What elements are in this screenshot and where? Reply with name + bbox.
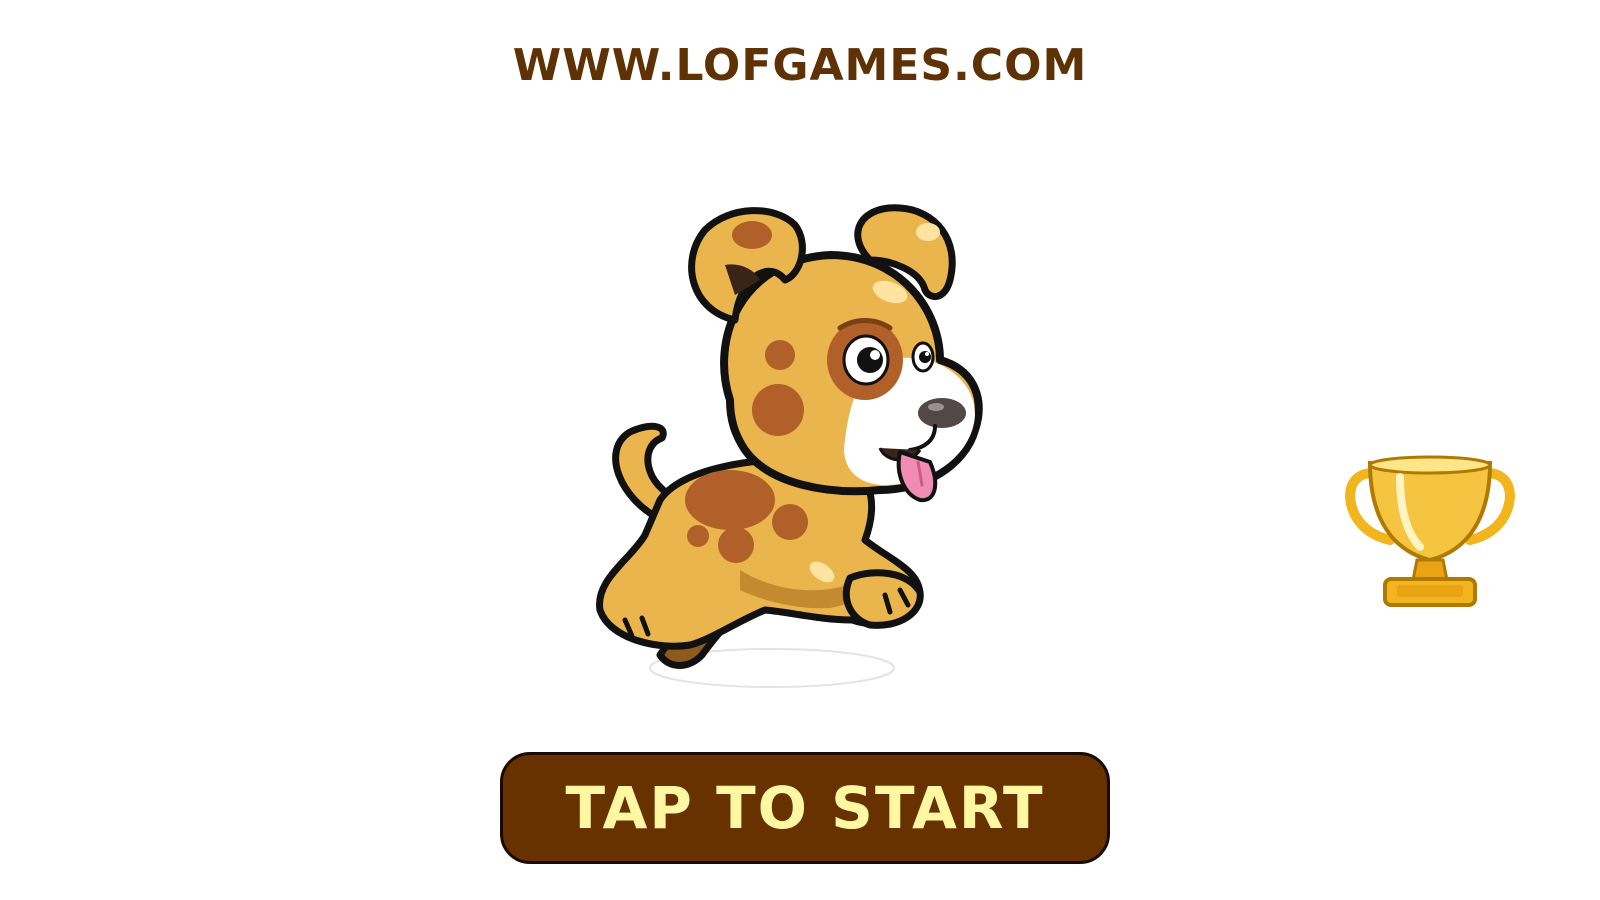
- game-start-screen[interactable]: WWW.LOFGAMES.COM TAP TO START: [0, 0, 1600, 900]
- start-button-label: TAP TO START: [565, 774, 1045, 842]
- trophy-icon[interactable]: [1345, 455, 1515, 615]
- puppy-mascot-icon: [596, 204, 983, 688]
- tap-to-start-button[interactable]: TAP TO START: [500, 752, 1110, 864]
- site-url-title: WWW.LOFGAMES.COM: [512, 40, 1088, 91]
